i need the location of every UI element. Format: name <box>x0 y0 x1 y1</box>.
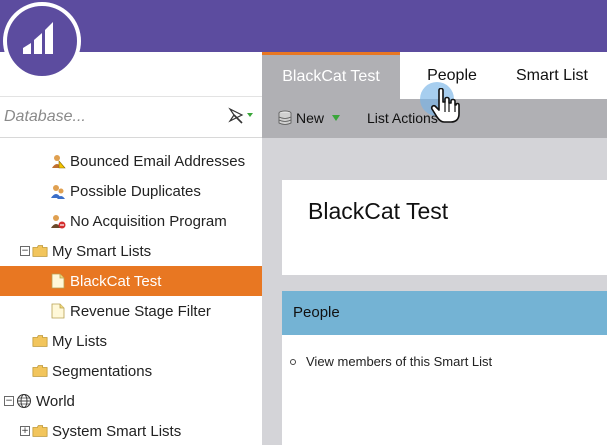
tree-item-my-lists[interactable]: My Lists <box>0 326 262 356</box>
tree-item-label: My Lists <box>52 332 108 350</box>
tree-item-blackcat-test[interactable]: BlackCat Test <box>0 266 262 296</box>
collapse-toggle-icon[interactable]: − <box>20 246 30 256</box>
tab-label: Smart List <box>515 66 588 84</box>
duplicate-people-icon <box>50 183 66 199</box>
title-card: BlackCat Test <box>282 180 607 275</box>
folder-icon <box>32 243 48 259</box>
warning-person-icon <box>50 153 66 169</box>
tree-item-label: Possible Duplicates <box>70 182 201 200</box>
database-stack-icon <box>278 110 292 126</box>
tree-item-possible-duplicates[interactable]: Possible Duplicates <box>0 176 262 206</box>
folder-icon <box>32 423 48 439</box>
tree-item-label: Revenue Stage Filter <box>70 302 211 320</box>
tree-item-revenue-stage-filter[interactable]: Revenue Stage Filter <box>0 296 262 326</box>
tree-item-label: Segmentations <box>52 362 153 380</box>
folder-icon <box>32 363 48 379</box>
collapse-toggle-icon[interactable]: − <box>4 396 14 406</box>
search-options-icon[interactable] <box>228 107 256 130</box>
tree-item-no-acquisition[interactable]: No Acquisition Program <box>0 206 262 236</box>
people-section: People View members of this Smart List <box>282 291 607 445</box>
tree-item-label: BlackCat Test <box>70 272 162 290</box>
top-bar <box>0 0 607 52</box>
tab-smart-list[interactable]: Smart List <box>500 52 604 99</box>
section-title: People <box>293 304 340 321</box>
tree-item-system-smart-lists[interactable]: + System Smart Lists <box>0 416 262 446</box>
database-search <box>0 96 262 138</box>
section-header: People <box>282 291 607 335</box>
smart-list-icon <box>50 273 66 289</box>
tab-label: BlackCat Test <box>282 68 380 85</box>
list-item[interactable]: View members of this Smart List <box>290 354 492 369</box>
tree-item-label: System Smart Lists <box>52 422 182 440</box>
page-title: BlackCat Test <box>308 198 449 224</box>
tree-item-label: No Acquisition Program <box>70 212 227 230</box>
new-button[interactable]: New <box>278 110 341 126</box>
tree-item-segmentations[interactable]: Segmentations <box>0 356 262 386</box>
view-members-link[interactable]: View members of this Smart List <box>306 354 492 369</box>
tree-item-label: World <box>36 392 75 410</box>
tree-item-label: Bounced Email Addresses <box>70 152 246 170</box>
tab-blackcat-test[interactable]: BlackCat Test <box>262 52 400 99</box>
bullet-icon <box>290 358 296 365</box>
globe-icon <box>16 393 32 409</box>
dropdown-arrow-icon <box>332 115 341 121</box>
marketo-logo[interactable] <box>3 2 81 80</box>
hand-cursor-icon <box>430 87 460 129</box>
new-button-label: New <box>296 110 325 126</box>
smart-list-icon <box>50 303 66 319</box>
tree-item-my-smart-lists[interactable]: − My Smart Lists <box>0 236 262 266</box>
folder-icon <box>32 333 48 349</box>
tree-item-label: My Smart Lists <box>52 242 152 260</box>
tree-item-world[interactable]: − World <box>0 386 262 416</box>
no-acquisition-icon <box>50 213 66 229</box>
database-search-input[interactable] <box>4 105 214 129</box>
tree-item-bounced-email[interactable]: Bounced Email Addresses <box>0 146 262 176</box>
expand-toggle-icon[interactable]: + <box>20 426 30 436</box>
